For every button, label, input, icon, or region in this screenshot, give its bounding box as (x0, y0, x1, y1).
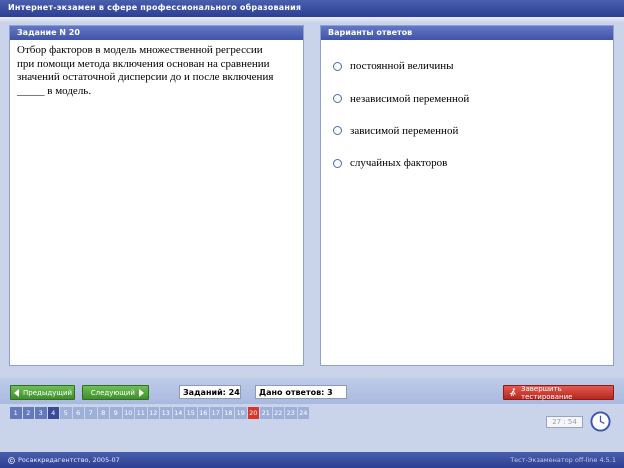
question-nav-item-7[interactable]: 7 (85, 407, 98, 419)
question-nav-item-9[interactable]: 9 (110, 407, 123, 419)
question-nav-item-18[interactable]: 18 (222, 407, 235, 419)
runner-icon (509, 388, 516, 397)
question-nav-item-22[interactable]: 22 (272, 407, 285, 419)
question-line: значений остаточной дисперсии до и после… (17, 71, 274, 83)
answer-label: независимой переменной (350, 92, 470, 105)
footer-version: Тест-Экзаменатор off-line 4.5.1 (510, 456, 616, 464)
answer-list: постоянной величины независимой переменн… (321, 40, 613, 180)
prev-button-label: Предыдущий (23, 388, 73, 397)
arrow-right-icon (139, 388, 144, 397)
footer-copyright: Росаккредагентство, 2005-07 (18, 456, 120, 464)
question-header: Задание N 20 (10, 26, 303, 40)
finish-button-label: Завершить тестирование (521, 384, 573, 401)
footer-left: Росаккредагентство, 2005-07 (8, 456, 120, 464)
finish-button[interactable]: Завершить тестирование (503, 384, 614, 401)
answer-option-2[interactable]: независимой переменной (321, 82, 613, 114)
clock-icon (590, 411, 611, 432)
answer-option-1[interactable]: постоянной величины (321, 50, 613, 82)
answers-header: Варианты ответов (321, 26, 613, 40)
answer-label: случайных факторов (350, 157, 448, 170)
radio-icon[interactable] (333, 94, 342, 104)
question-nav-item-8[interactable]: 8 (97, 407, 110, 419)
question-nav-item-17[interactable]: 17 (210, 407, 223, 419)
answers-given: Дано ответов: 3 (255, 385, 347, 399)
question-nav-item-5[interactable]: 5 (60, 407, 73, 419)
question-nav-item-10[interactable]: 10 (122, 407, 135, 419)
copyright-icon (8, 456, 15, 464)
question-line: _____ в модель. (17, 84, 92, 97)
question-nav-item-2[interactable]: 2 (22, 407, 35, 419)
question-nav-item-20[interactable]: 20 (247, 407, 260, 419)
question-nav-item-4[interactable]: 4 (47, 407, 60, 419)
next-button[interactable]: Следующий (82, 385, 149, 400)
answer-option-3[interactable]: зависимой переменной (321, 115, 613, 147)
answer-option-4[interactable]: случайных факторов (321, 147, 613, 179)
answer-label: зависимой переменной (350, 124, 459, 137)
next-button-label: Следующий (90, 388, 135, 397)
question-nav-item-6[interactable]: 6 (72, 407, 85, 419)
question-text: Отбор факторов в модель множественной ре… (10, 40, 303, 98)
status-bar: Росаккредагентство, 2005-07 Тест-Экзамен… (0, 452, 624, 468)
question-nav-item-12[interactable]: 12 (147, 407, 160, 419)
arrow-left-icon (14, 388, 19, 397)
question-nav-item-15[interactable]: 15 (185, 407, 198, 419)
answer-label: постоянной величины (350, 60, 454, 73)
question-panel: Задание N 20 Отбор факторов в модель мно… (9, 25, 304, 366)
prev-button[interactable]: Предыдущий (10, 385, 75, 400)
question-nav-item-13[interactable]: 13 (160, 407, 173, 419)
question-nav-item-1[interactable]: 1 (10, 407, 23, 419)
question-nav-item-3[interactable]: 3 (35, 407, 48, 419)
top-strip (0, 17, 624, 23)
question-nav: 1 2 3 4 5 6 7 8 9 10 11 12 13 14 15 16 17 18 19 20 21 22 23 24 (10, 407, 310, 419)
question-nav-item-23[interactable]: 23 (285, 407, 298, 419)
radio-icon[interactable] (333, 61, 342, 71)
question-nav-item-19[interactable]: 19 (235, 407, 248, 419)
answers-panel: Варианты ответов постоянной величины нез… (320, 25, 614, 366)
radio-icon[interactable] (333, 126, 342, 136)
radio-icon[interactable] (333, 158, 342, 168)
question-nav-item-24[interactable]: 24 (297, 407, 310, 419)
question-nav-item-16[interactable]: 16 (197, 407, 210, 419)
question-line: Отбор факторов в модель множественной ре… (17, 44, 263, 56)
tasks-count: Заданий: 24 (179, 385, 241, 399)
window-title: Интернет-экзамен в сфере профессионально… (0, 0, 624, 17)
question-nav-item-14[interactable]: 14 (172, 407, 185, 419)
timer-display: 27 : 54 (546, 416, 583, 428)
question-line: при помощи метода включения основан на с… (17, 57, 270, 70)
question-nav-item-21[interactable]: 21 (260, 407, 273, 419)
question-nav-item-11[interactable]: 11 (135, 407, 148, 419)
